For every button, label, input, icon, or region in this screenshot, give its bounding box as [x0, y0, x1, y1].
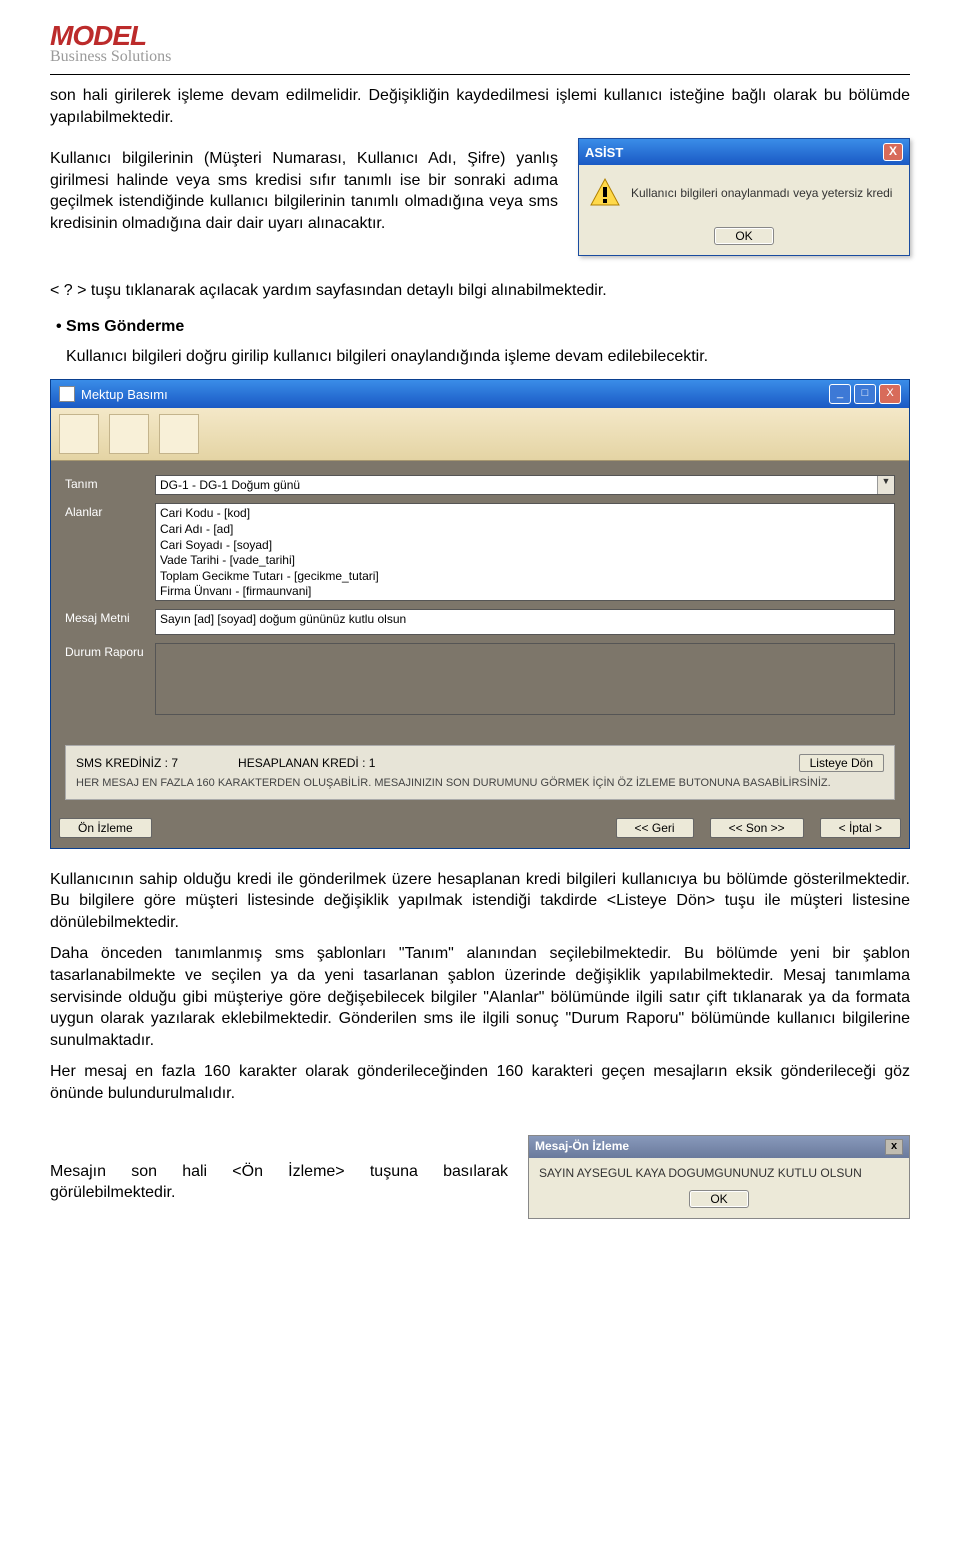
- close-icon[interactable]: x: [885, 1139, 903, 1155]
- section-sms-heading: Sms Gönderme: [56, 318, 910, 336]
- asist-dialog: ASİST X Kullanıcı bilgileri onaylanmadı …: [578, 138, 910, 256]
- mesaj-input[interactable]: Sayın [ad] [soyad] doğum gününüz kutlu o…: [155, 609, 895, 635]
- label-durum: Durum Raporu: [65, 643, 155, 659]
- list-item[interactable]: Cari Soyadı - [soyad]: [160, 538, 890, 554]
- mektup-window: Mektup Basımı _ □ X Tanım DG-1 - DG-1 Do…: [50, 379, 910, 848]
- listeye-don-button[interactable]: Listeye Dön: [799, 754, 884, 772]
- list-item[interactable]: Toplam Gecikme Tutarı - [gecikme_tutari]: [160, 569, 890, 585]
- credit-panel: SMS KREDİNİZ : 7 HESAPLANAN KREDİ : 1 Li…: [65, 745, 895, 799]
- son-button[interactable]: << Son >>: [710, 818, 804, 838]
- list-item[interactable]: Vade Tarihi - [vade_tarihi]: [160, 553, 890, 569]
- toolbar-icon-3[interactable]: [159, 414, 199, 454]
- close-icon[interactable]: X: [879, 384, 901, 404]
- paragraph-2: Kullanıcı bilgilerinin (Müşteri Numarası…: [50, 148, 558, 234]
- toolbar: [51, 408, 909, 461]
- label-alanlar: Alanlar: [65, 503, 155, 519]
- asist-title: ASİST: [585, 145, 623, 160]
- asist-message: Kullanıcı bilgileri onaylanmadı veya yet…: [631, 186, 892, 200]
- minimize-icon[interactable]: _: [829, 384, 851, 404]
- alanlar-listbox[interactable]: Cari Kodu - [kod] Cari Adı - [ad] Cari S…: [155, 503, 895, 601]
- list-item[interactable]: Cari Kodu - [kod]: [160, 506, 890, 522]
- label-mesaj: Mesaj Metni: [65, 609, 155, 625]
- maximize-icon[interactable]: □: [854, 384, 876, 404]
- tanim-dropdown[interactable]: DG-1 - DG-1 Doğum günü ▼: [155, 475, 895, 495]
- onizleme-message: SAYIN AYSEGUL KAYA DOGUMGUNUNUZ KUTLU OL…: [529, 1158, 909, 1184]
- toolbar-icon-2[interactable]: [109, 414, 149, 454]
- window-title: Mektup Basımı: [81, 387, 168, 402]
- ok-button[interactable]: OK: [714, 227, 773, 245]
- paragraph-3: < ? > tuşu tıklanarak açılacak yardım sa…: [50, 280, 910, 302]
- header-logo: MODEL Business Solutions: [50, 20, 910, 75]
- toolbar-icon-1[interactable]: [59, 414, 99, 454]
- label-tanim: Tanım: [65, 475, 155, 491]
- close-icon[interactable]: X: [883, 143, 903, 161]
- tanim-value: DG-1 - DG-1 Doğum günü: [156, 476, 877, 494]
- window-icon: [59, 386, 75, 402]
- iptal-button[interactable]: < İptal >: [820, 818, 901, 838]
- logo-subtitle: Business Solutions: [50, 48, 910, 66]
- onizleme-title: Mesaj-Ön İzleme: [535, 1139, 629, 1155]
- paragraph-5: Kullanıcının sahip olduğu kredi ile gönd…: [50, 869, 910, 934]
- sms-kredi-label: SMS KREDİNİZ : 7: [76, 756, 178, 770]
- onizleme-dialog: Mesaj-Ön İzleme x SAYIN AYSEGUL KAYA DOG…: [528, 1135, 910, 1219]
- durum-raporu-box: [155, 643, 895, 715]
- geri-button[interactable]: << Geri: [616, 818, 694, 838]
- paragraph-1: son hali girilerek işleme devam edilmeli…: [50, 85, 910, 128]
- paragraph-6: Daha önceden tanımlanmış sms şablonları …: [50, 943, 910, 1051]
- hesaplanan-kredi-label: HESAPLANAN KREDİ : 1: [238, 756, 375, 770]
- list-item[interactable]: Cari Adı - [ad]: [160, 522, 890, 538]
- on-izleme-button[interactable]: Ön İzleme: [59, 818, 152, 838]
- chevron-down-icon[interactable]: ▼: [877, 476, 894, 494]
- credit-note: HER MESAJ EN FAZLA 160 KARAKTERDEN OLUŞA…: [76, 776, 884, 790]
- list-item[interactable]: Firma Ünvanı - [firmaunvani]: [160, 584, 890, 600]
- paragraph-4: Kullanıcı bilgileri doğru girilip kullan…: [66, 346, 910, 368]
- ok-button[interactable]: OK: [689, 1190, 748, 1208]
- warning-icon: [589, 177, 621, 209]
- paragraph-7: Her mesaj en fazla 160 karakter olarak g…: [50, 1061, 910, 1104]
- paragraph-8: Mesajın son hali <Ön İzleme> tuşuna bası…: [50, 1161, 508, 1204]
